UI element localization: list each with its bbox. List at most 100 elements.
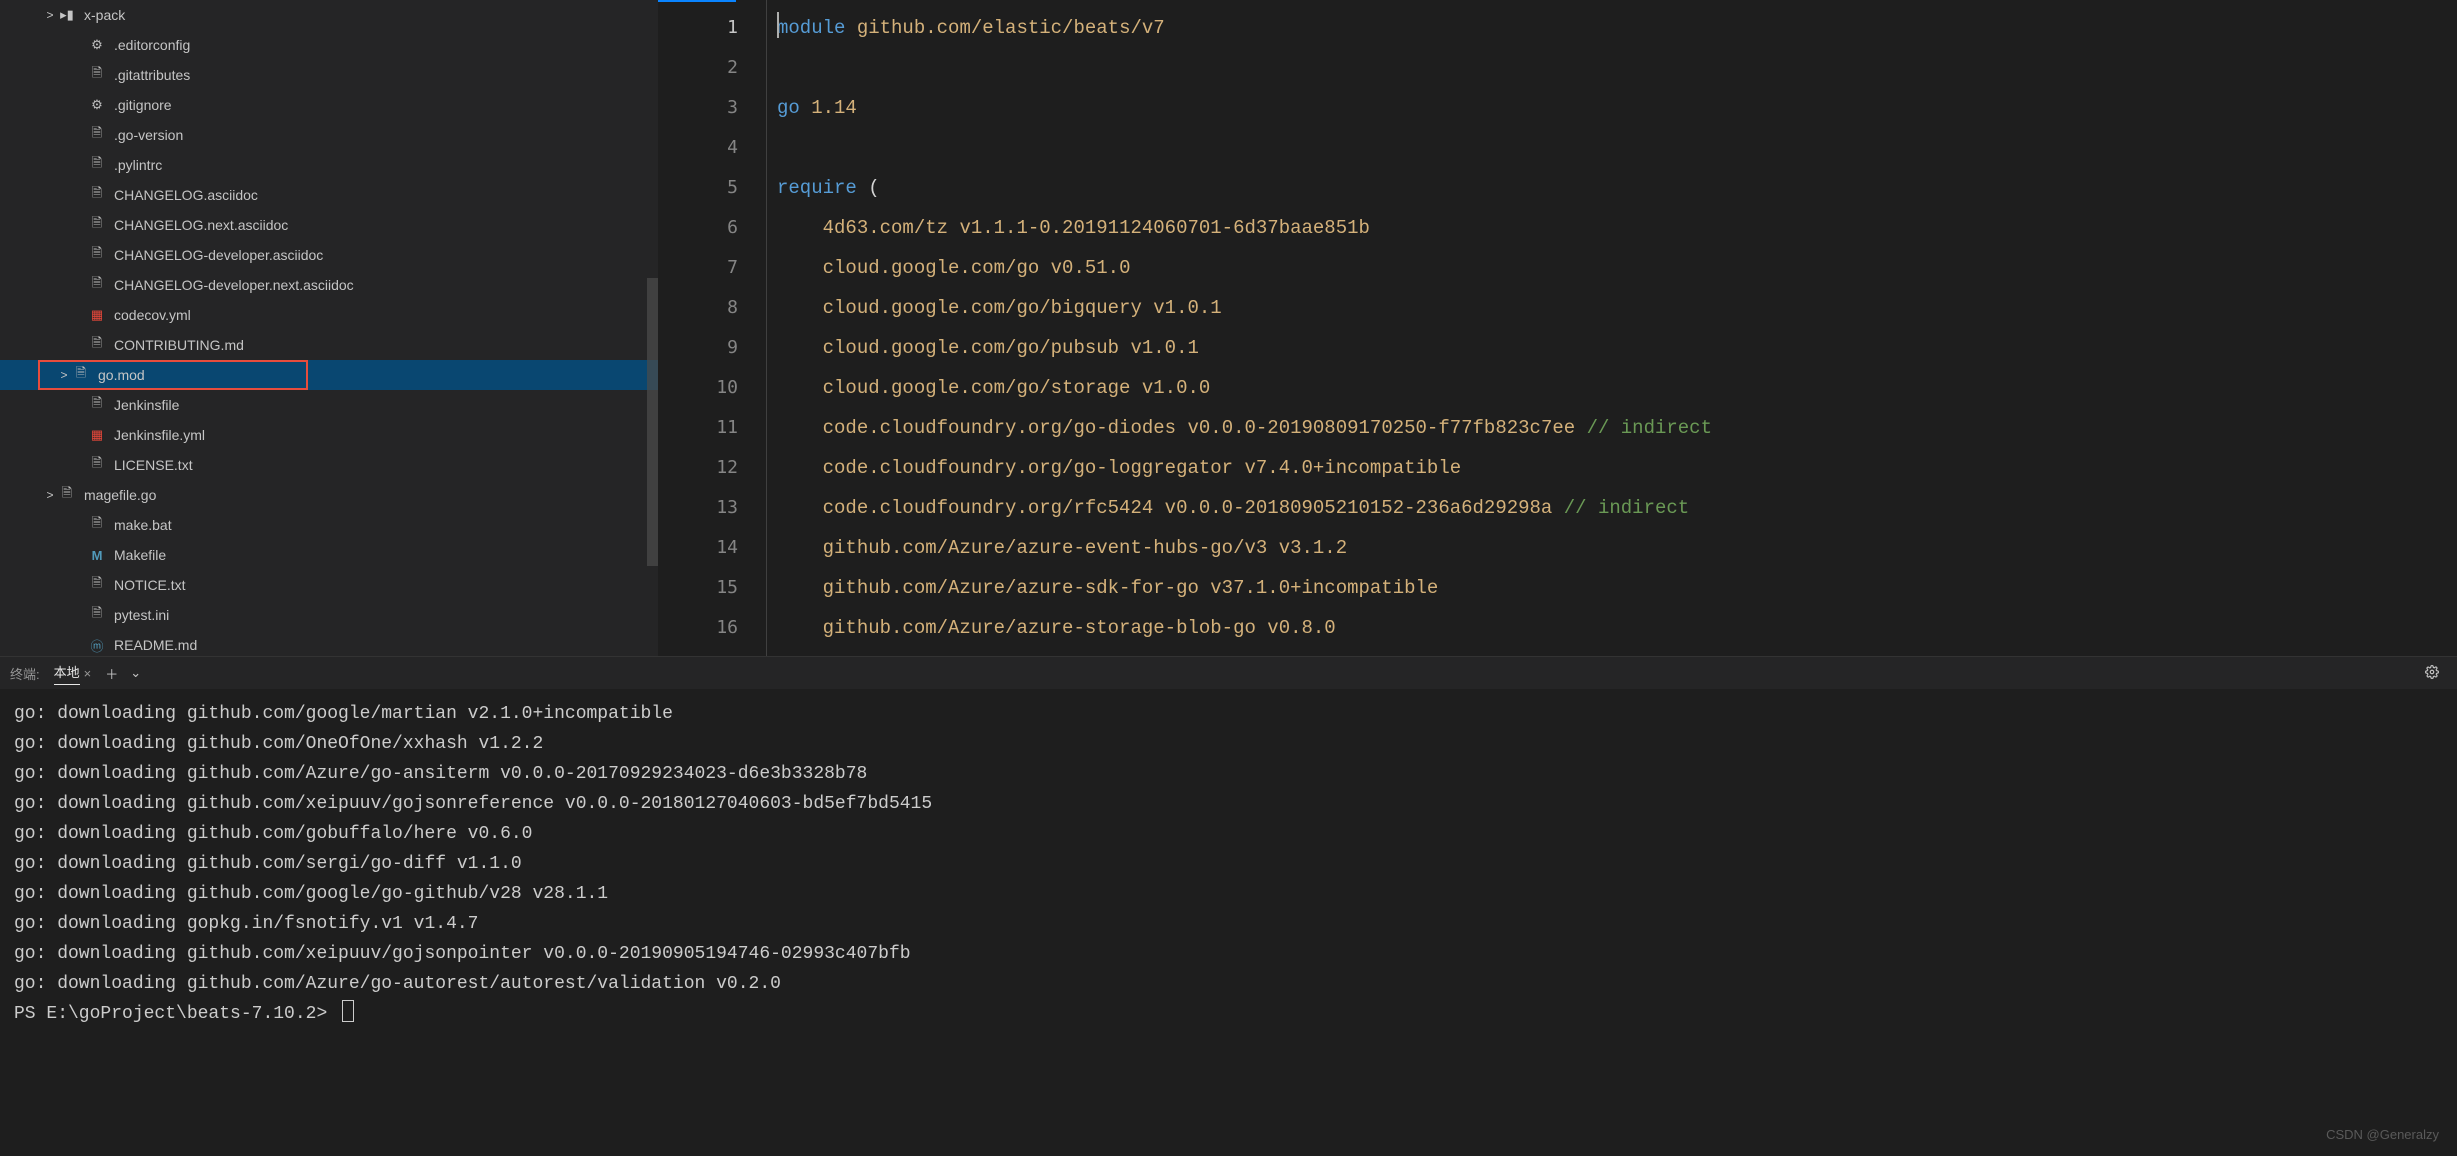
line-number: 16 (658, 608, 738, 648)
tree-item-label: pytest.ini (114, 607, 169, 623)
line-number: 9 (658, 328, 738, 368)
tree-item-label: Jenkinsfile (114, 397, 179, 413)
terminal-tab-close-icon[interactable]: × (84, 666, 92, 681)
tree-item-jenkinsfile-yml[interactable]: ▦ Jenkinsfile.yml (0, 420, 658, 450)
code-line[interactable]: code.cloudfoundry.org/go-loggregator v7.… (777, 448, 2457, 488)
tree-item-x-pack[interactable]: >▸▮x-pack (0, 0, 658, 30)
terminal-prompt-line[interactable]: PS E:\goProject\beats-7.10.2> (14, 999, 2443, 1029)
code-line[interactable]: require ( (777, 168, 2457, 208)
yml-icon: ▦ (88, 426, 106, 444)
watermark-label: CSDN @Generalzy (2326, 1120, 2439, 1150)
tree-item-notice-txt[interactable]: 🗎 NOTICE.txt (0, 570, 658, 600)
terminal-tab-bar: 终端: 本地 × ＋ ⌄ (0, 657, 2457, 689)
tree-item--pylintrc[interactable]: 🗎 .pylintrc (0, 150, 658, 180)
terminal-actions (2425, 665, 2439, 682)
code-line[interactable]: github.com/Azure/azure-storage-blob-go v… (777, 608, 2457, 648)
file-icon: 🗎 (88, 276, 106, 294)
tree-item-contributing-md[interactable]: 🗎CONTRIBUTING.md (0, 330, 658, 360)
code-line[interactable]: code.cloudfoundry.org/rfc5424 v0.0.0-201… (777, 488, 2457, 528)
terminal-add-tab-icon[interactable]: ＋ (105, 664, 118, 683)
tree-item-label: LICENSE.txt (114, 457, 193, 473)
tree-item-jenkinsfile[interactable]: 🗎 Jenkinsfile (0, 390, 658, 420)
terminal-cursor (342, 1000, 354, 1022)
code-line[interactable]: cloud.google.com/go/pubsub v1.0.1 (777, 328, 2457, 368)
tree-item-label: CHANGELOG.asciidoc (114, 187, 258, 203)
tree-item-label: Jenkinsfile.yml (114, 427, 205, 443)
tree-item-label: .gitignore (114, 97, 172, 113)
tree-item-pytest-ini[interactable]: 🗎 pytest.ini (0, 600, 658, 630)
tree-item-make-bat[interactable]: 🗎 make.bat (0, 510, 658, 540)
tree-item-license-txt[interactable]: 🗎LICENSE.txt (0, 450, 658, 480)
code-line[interactable]: github.com/Azure/azure-sdk-for-go v37.1.… (777, 568, 2457, 608)
chevron-right-icon: > (56, 368, 72, 382)
file-icon: 🗎 (88, 396, 106, 414)
tree-item--editorconfig[interactable]: ⚙ .editorconfig (0, 30, 658, 60)
folder-icon: ▸▮ (58, 6, 76, 24)
yml-icon: ▦ (88, 306, 106, 324)
code-line[interactable]: 4d63.com/tz v1.1.1-0.20191124060701-6d37… (777, 208, 2457, 248)
code-line[interactable] (777, 128, 2457, 168)
gear-icon: ⚙ (88, 36, 106, 54)
line-number: 8 (658, 288, 738, 328)
tree-item-label: make.bat (114, 517, 172, 533)
tree-item-label: Makefile (114, 547, 166, 563)
settings-gear-icon[interactable] (2425, 665, 2439, 682)
tree-item-magefile-go[interactable]: >🗎magefile.go (0, 480, 658, 510)
tree-item-changelog-next-asciidoc[interactable]: 🗎CHANGELOG.next.asciidoc (0, 210, 658, 240)
code-line[interactable]: go 1.14 (777, 88, 2457, 128)
code-line[interactable]: cloud.google.com/go/storage v1.0.0 (777, 368, 2457, 408)
code-area[interactable]: module github.com/elastic/beats/v7 go 1.1… (766, 0, 2457, 656)
file-icon: 🗎 (88, 606, 106, 624)
top-split: >▸▮x-pack ⚙ .editorconfig 🗎 .gitattributes ⚙.… (0, 0, 2457, 656)
file-explorer-sidebar: >▸▮x-pack ⚙ .editorconfig 🗎 .gitattributes ⚙.… (0, 0, 658, 656)
gear-icon: ⚙ (88, 96, 106, 114)
code-line[interactable] (777, 48, 2457, 88)
tree-item-changelog-asciidoc[interactable]: 🗎 CHANGELOG.asciidoc (0, 180, 658, 210)
line-number: 3 (658, 88, 738, 128)
terminal-tab-dropdown-icon[interactable]: ⌄ (130, 665, 141, 681)
tree-item--gitattributes[interactable]: 🗎 .gitattributes (0, 60, 658, 90)
chevron-right-icon: > (42, 488, 58, 502)
tree-item-readme-md[interactable]: ⓜ README.md (0, 630, 658, 656)
line-number: 1 (658, 8, 738, 48)
code-line[interactable]: cloud.google.com/go/bigquery v1.0.1 (777, 288, 2457, 328)
file-icon: 🗎 (88, 156, 106, 174)
file-icon: 🗎 (88, 186, 106, 204)
tree-item-label: NOTICE.txt (114, 577, 186, 593)
tree-item-label: magefile.go (84, 487, 156, 503)
code-line[interactable]: module github.com/elastic/beats/v7 (777, 8, 2457, 48)
line-number: 13 (658, 488, 738, 528)
tree-item-go-mod[interactable]: >🗎go.mod (0, 360, 658, 390)
tree-item-makefile[interactable]: MMakefile (0, 540, 658, 570)
file-icon: 🗎 (88, 516, 106, 534)
file-tree[interactable]: >▸▮x-pack ⚙ .editorconfig 🗎 .gitattributes ⚙.… (0, 0, 658, 656)
terminal-output[interactable]: go: downloading github.com/google/martia… (0, 689, 2457, 1156)
terminal-prompt: PS E:\goProject\beats-7.10.2> (14, 1004, 338, 1024)
code-line[interactable]: github.com/Azure/azure-event-hubs-go/v3 … (777, 528, 2457, 568)
tree-item-label: CHANGELOG-developer.asciidoc (114, 247, 323, 263)
tree-item-changelog-developer-asciidoc[interactable]: 🗎 CHANGELOG-developer.asciidoc (0, 240, 658, 270)
tree-item-label: .editorconfig (114, 37, 190, 53)
line-number: 7 (658, 248, 738, 288)
sidebar-scrollbar-thumb[interactable] (647, 278, 658, 566)
tree-item-label: .gitattributes (114, 67, 190, 83)
code-line[interactable]: code.cloudfoundry.org/go-diodes v0.0.0-2… (777, 408, 2457, 448)
terminal-tab-local[interactable]: 本地 (54, 662, 80, 685)
tree-item-changelog-developer-next-asciidoc[interactable]: 🗎CHANGELOG-developer.next.asciidoc (0, 270, 658, 300)
tree-item--gitignore[interactable]: ⚙ .gitignore (0, 90, 658, 120)
tree-item--go-version[interactable]: 🗎.go-version (0, 120, 658, 150)
line-number-gutter: 12345678910111213141516 (658, 0, 766, 656)
markdown-icon: ⓜ (88, 636, 106, 654)
code-line[interactable]: cloud.google.com/go v0.51.0 (777, 248, 2457, 288)
file-icon: 🗎 (88, 246, 106, 264)
tree-item-label: README.md (114, 637, 197, 653)
line-number: 10 (658, 368, 738, 408)
line-number: 6 (658, 208, 738, 248)
file-icon: 🗎 (88, 576, 106, 594)
tree-item-label: .pylintrc (114, 157, 162, 173)
code-editor[interactable]: 12345678910111213141516 module github.co… (658, 0, 2457, 656)
line-number: 14 (658, 528, 738, 568)
file-icon: 🗎 (88, 66, 106, 84)
tree-item-codecov-yml[interactable]: ▦codecov.yml (0, 300, 658, 330)
tree-item-label: go.mod (98, 367, 145, 383)
